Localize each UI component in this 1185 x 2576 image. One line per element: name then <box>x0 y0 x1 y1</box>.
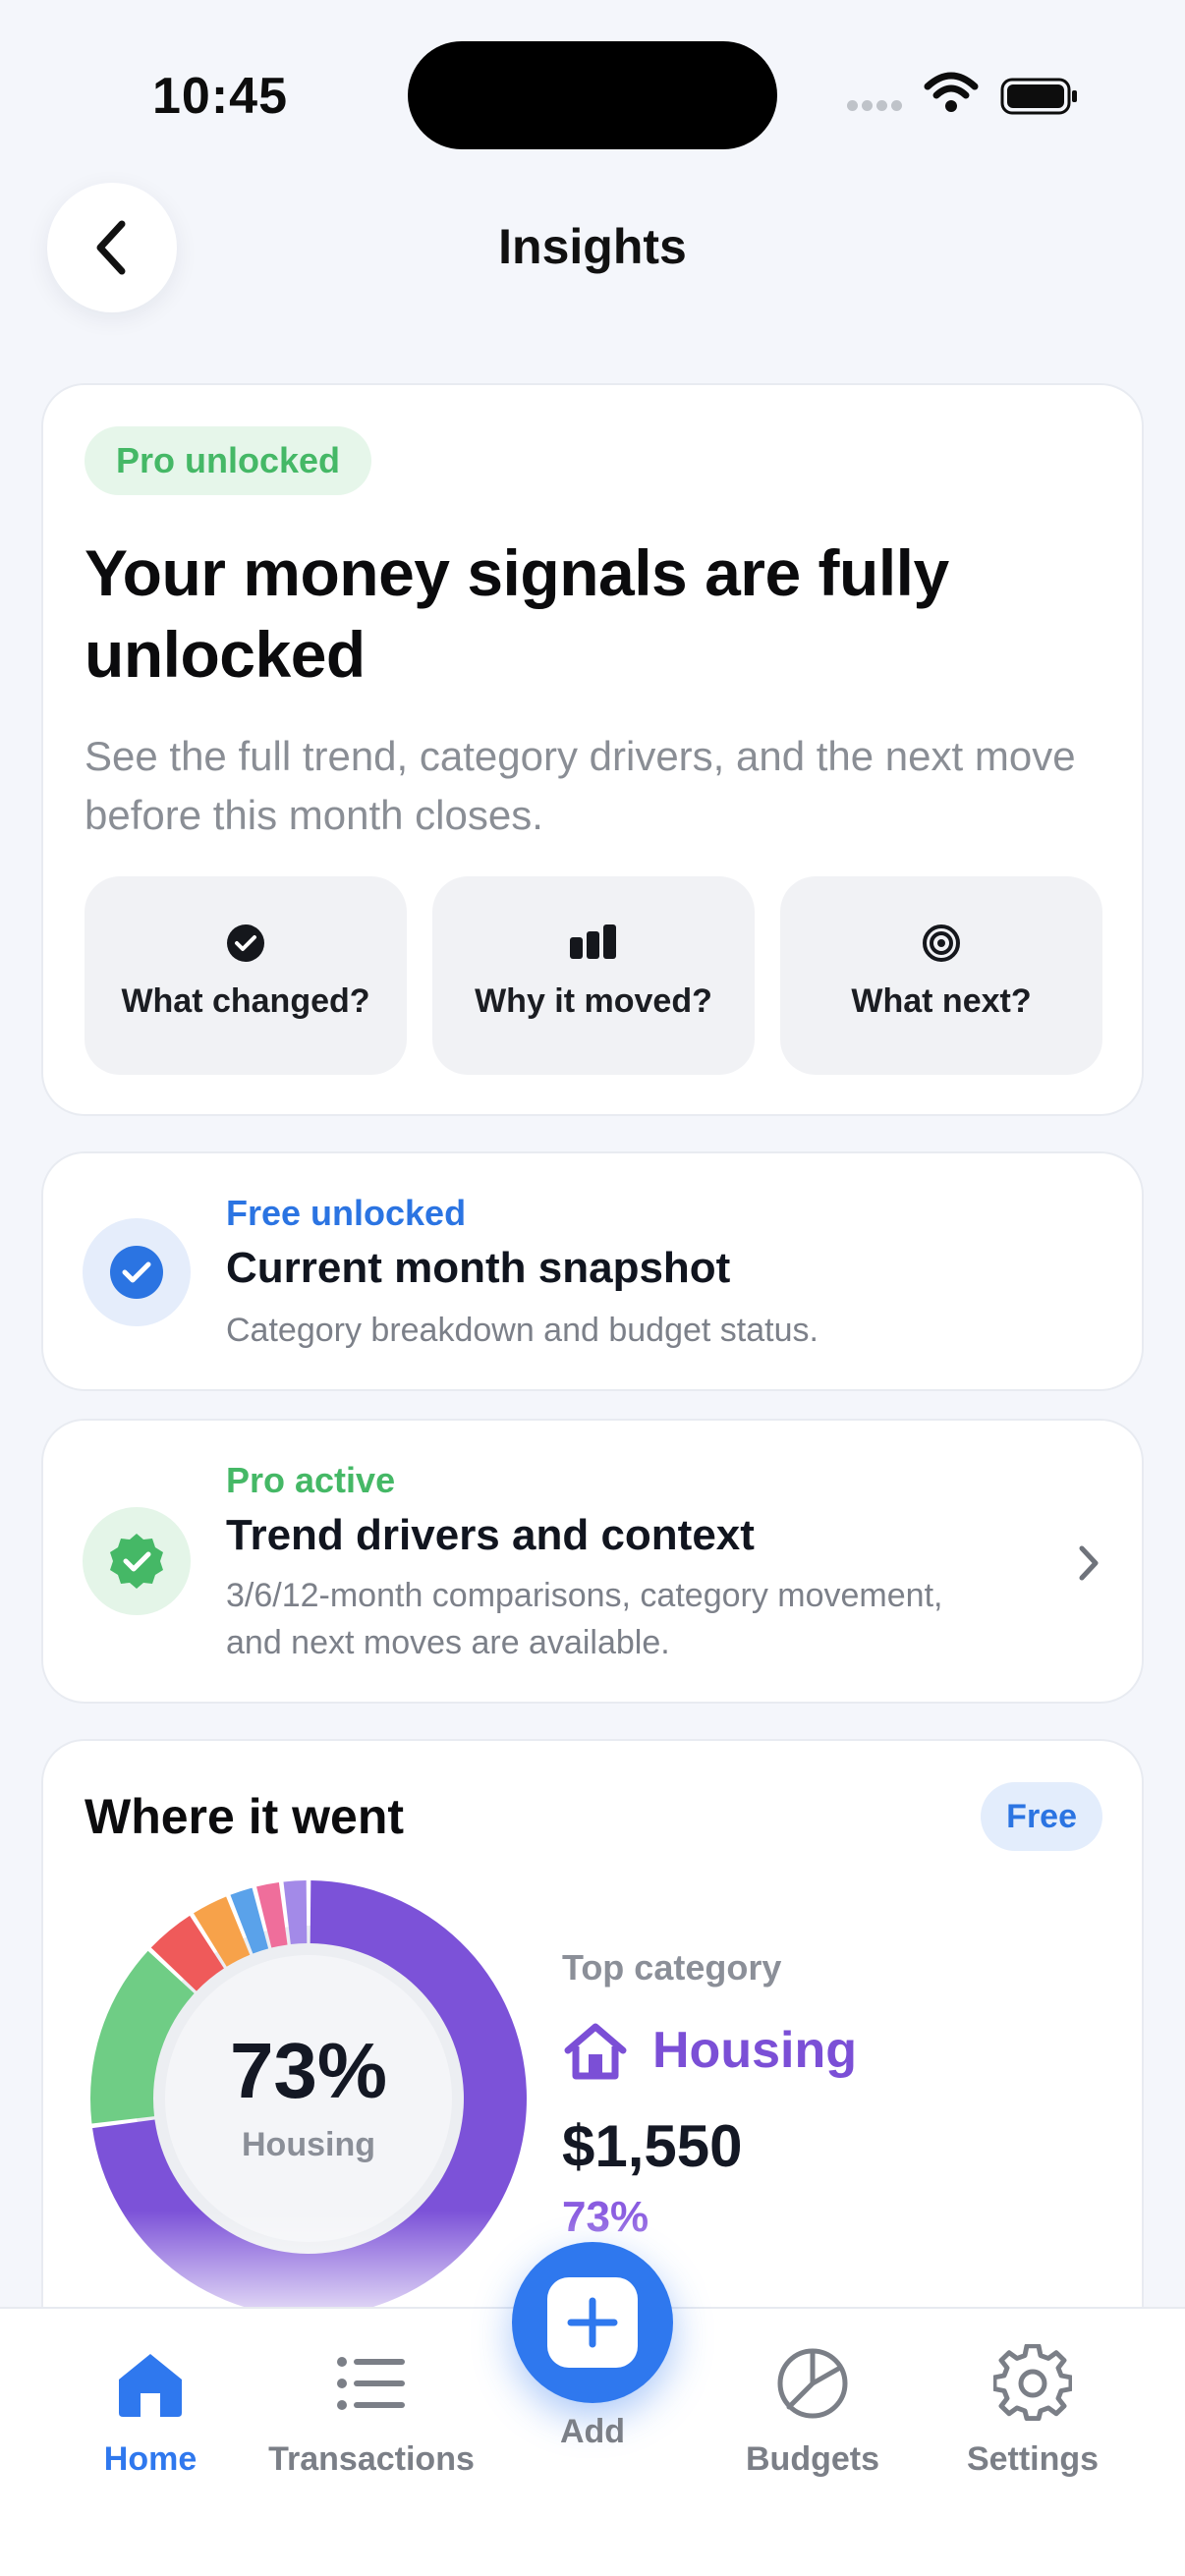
question-label: What changed? <box>121 982 370 1020</box>
add-button[interactable] <box>512 2242 673 2403</box>
tab-settings[interactable]: Settings <box>915 2334 1151 2479</box>
hero-title: Your money signals are fully unlocked <box>85 536 949 691</box>
hero-card: Pro unlocked Your money signals are full… <box>41 383 1144 1116</box>
tab-home[interactable]: Home <box>32 2334 268 2479</box>
tab-label: Budgets <box>746 2440 879 2478</box>
tab-label: Home <box>103 2440 198 2478</box>
plus-icon <box>567 2297 618 2348</box>
tab-budgets[interactable]: Budgets <box>695 2334 931 2479</box>
top-category-label: Top category <box>562 1947 782 1988</box>
pro-tier-title: Trend drivers and context <box>226 1511 755 1559</box>
free-tier-title: Current month snapshot <box>226 1244 731 1292</box>
check-circle-icon <box>227 924 264 962</box>
pro-active-kicker: Pro active <box>226 1460 396 1500</box>
cellular-signal-icon <box>847 98 908 114</box>
question-label: Why it moved? <box>475 982 712 1020</box>
home-icon <box>119 2354 182 2417</box>
target-icon <box>923 924 960 962</box>
pro-unlocked-badge: Pro unlocked <box>85 426 372 495</box>
question-what-next[interactable]: What next? <box>780 876 1102 1075</box>
free-tier-icon-wrap <box>83 1218 191 1326</box>
free-tier-desc: Category breakdown and budget status. <box>226 1312 818 1349</box>
hero-subtitle: See the full trend, category drivers, an… <box>85 733 1076 838</box>
where-title: Where it went <box>85 1789 405 1844</box>
top-category: Housing <box>562 2016 857 2085</box>
pro-tier-icon-wrap <box>83 1507 191 1615</box>
house-icon <box>564 2023 627 2080</box>
pro-tier-desc: 3/6/12-month comparisons, category movem… <box>226 1577 943 1661</box>
free-badge: Free <box>981 1782 1102 1851</box>
wifi-icon <box>924 72 979 112</box>
chevron-right-icon <box>1079 1545 1099 1581</box>
pie-chart-icon <box>777 2348 848 2419</box>
tab-label: Settings <box>966 2440 1100 2478</box>
question-what-changed[interactable]: What changed? <box>85 876 407 1075</box>
free-tier-card: Free unlocked Current month snapshot Cat… <box>41 1151 1144 1391</box>
donut-center-percent: 73% <box>229 2027 388 2114</box>
top-category-name: Housing <box>652 2022 857 2079</box>
verified-badge-icon <box>110 1534 163 1589</box>
free-unlocked-kicker: Free unlocked <box>226 1193 467 1233</box>
tab-label: Transactions <box>268 2440 475 2478</box>
bar-chart-icon <box>570 924 616 959</box>
question-label: What next? <box>851 982 1032 1020</box>
dynamic-island <box>408 41 777 149</box>
gear-icon <box>993 2344 1072 2422</box>
top-category-amount: $1,550 <box>562 2113 743 2179</box>
add-button-inner <box>547 2277 638 2368</box>
donut-center-label: Housing <box>242 2126 375 2163</box>
pro-tier-card[interactable]: Pro active Trend drivers and context 3/6… <box>41 1419 1144 1704</box>
battery-icon <box>1000 78 1077 115</box>
status-bar: 10:45 <box>0 0 1185 187</box>
question-why-it-moved[interactable]: Why it moved? <box>432 876 755 1075</box>
where-it-went-card: Where it went Free 73% Housing Top categ… <box>41 1739 1144 2328</box>
status-time: 10:45 <box>152 68 288 125</box>
add-label: Add <box>559 2413 626 2450</box>
list-icon <box>337 2357 405 2410</box>
tab-transactions[interactable]: Transactions <box>254 2334 489 2479</box>
page-title: Insights <box>498 219 687 274</box>
check-badge-icon <box>110 1246 163 1299</box>
